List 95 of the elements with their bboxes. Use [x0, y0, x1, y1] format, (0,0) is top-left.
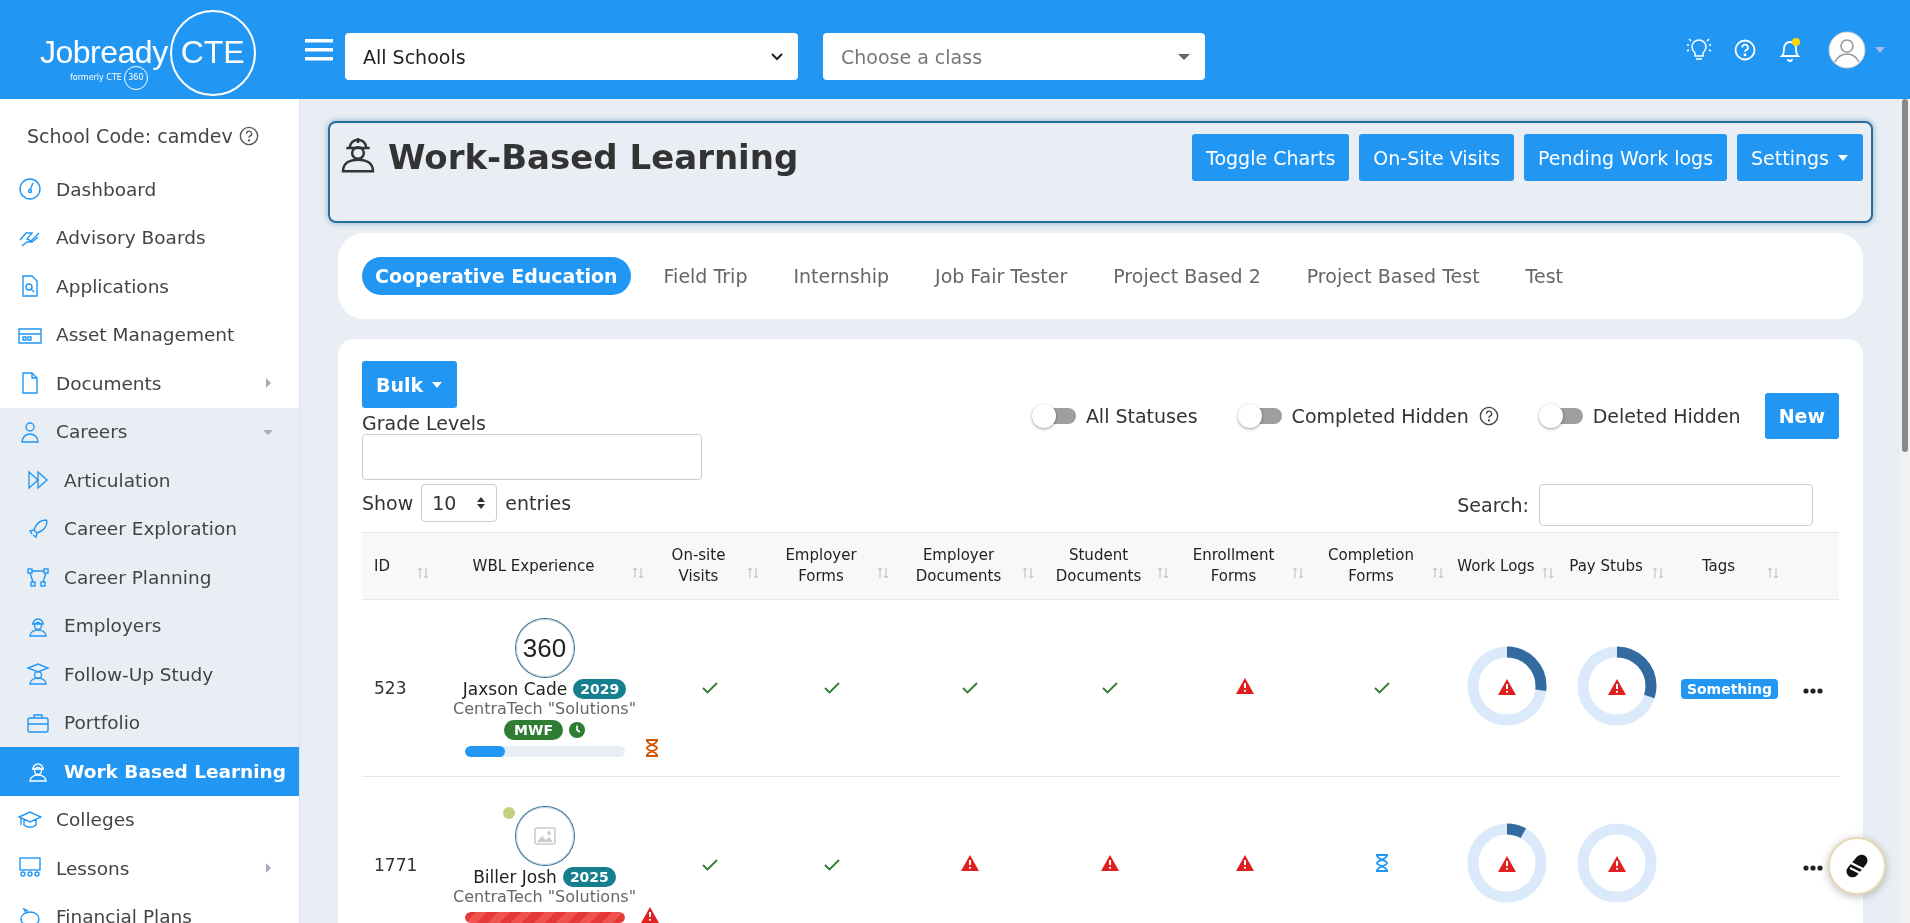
logo-badge: CTE: [169, 9, 256, 96]
caret-icon: [1874, 45, 1886, 54]
more-options-icon[interactable]: [1803, 865, 1823, 871]
scrollbar[interactable]: [1900, 99, 1910, 923]
gauge-icon: [18, 177, 42, 202]
page-size-select[interactable]: 10: [421, 484, 498, 522]
floating-action-button[interactable]: [1828, 837, 1886, 895]
sidebar-item[interactable]: Applications: [0, 262, 299, 311]
sort-icon[interactable]: [1022, 567, 1034, 579]
column-header[interactable]: Tags: [1672, 532, 1787, 600]
lightbulb-icon[interactable]: [1686, 36, 1712, 63]
chevron-down-icon: [770, 51, 784, 62]
toggle-label: All Statuses: [1085, 405, 1198, 427]
column-header[interactable]: Employer Forms: [767, 532, 897, 600]
company-name: CentraTech "Solutions": [453, 699, 636, 718]
year-badge: 2029: [573, 679, 627, 699]
more-options-icon[interactable]: [1803, 688, 1823, 694]
sort-icon[interactable]: [417, 567, 429, 579]
sort-icon[interactable]: [1292, 567, 1304, 579]
sort-icon[interactable]: [1542, 567, 1554, 579]
tab[interactable]: Internship: [780, 257, 903, 295]
progress-ring[interactable]: [1576, 645, 1658, 727]
grad-icon: [26, 662, 50, 687]
sidebar-item[interactable]: Lessons: [0, 844, 299, 893]
column-header[interactable]: ID: [362, 532, 437, 600]
show-label: Show: [362, 492, 414, 514]
tab[interactable]: Job Fair Tester: [922, 257, 1081, 295]
column-header[interactable]: Enrollment Forms: [1177, 532, 1312, 600]
menu-icon[interactable]: [305, 38, 333, 61]
sidebar-item[interactable]: Financial Plans: [0, 892, 299, 923]
student-name[interactable]: Biller Josh: [473, 867, 557, 887]
column-header[interactable]: Pay Stubs: [1562, 532, 1672, 600]
progress-ring[interactable]: [1466, 645, 1548, 727]
column-header[interactable]: Employer Documents: [897, 532, 1042, 600]
table-cell: 1771: [374, 855, 418, 875]
caret-icon: [431, 380, 444, 389]
image-placeholder-icon: [533, 827, 556, 845]
grade-levels-label: Grade Levels: [362, 412, 487, 434]
sidebar-item[interactable]: Advisory Boards: [0, 213, 299, 262]
logo-subtitle: formerly CTE: [70, 73, 122, 82]
sidebar-item[interactable]: Portfolio: [0, 698, 299, 747]
school-code: School Code: camdev: [27, 125, 233, 147]
tab[interactable]: Project Based 2: [1100, 257, 1274, 295]
entries-label: entries: [505, 492, 572, 514]
toggle-label: Deleted Hidden: [1592, 405, 1741, 427]
sidebar-item[interactable]: Career Exploration: [0, 504, 299, 553]
sidebar-item[interactable]: Colleges: [0, 795, 299, 844]
spinner-arrows-icon: [476, 496, 487, 510]
sort-icon[interactable]: [877, 567, 889, 579]
column-header[interactable]: Completion Forms: [1312, 532, 1452, 600]
sidebar-item[interactable]: Asset Management: [0, 310, 299, 359]
sidebar-item[interactable]: Follow-Up Study: [0, 650, 299, 699]
sidebar-item[interactable]: Careers: [0, 407, 299, 456]
sidebar-item[interactable]: Employers: [0, 601, 299, 650]
sidebar-item[interactable]: Documents: [0, 359, 299, 408]
grade-levels-field[interactable]: [362, 434, 702, 480]
sort-icon[interactable]: [1157, 567, 1169, 579]
column-header[interactable]: Student Documents: [1042, 532, 1177, 600]
clock-icon: [568, 722, 585, 738]
schedule-badge: MWF: [504, 720, 563, 740]
notification-bell-icon[interactable]: [1778, 36, 1802, 63]
table-cell: 523: [374, 678, 407, 698]
class-select[interactable]: Choose a class: [823, 33, 1205, 80]
help-icon[interactable]: [238, 126, 259, 146]
search-field[interactable]: [1539, 484, 1813, 526]
column-header[interactable]: On-site Visits: [652, 532, 767, 600]
column-header[interactable]: WBL Experience: [437, 532, 652, 600]
sort-icon[interactable]: [747, 567, 759, 579]
search-label: Search:: [1457, 494, 1529, 516]
school-select[interactable]: All Schools: [345, 33, 798, 80]
sort-icon[interactable]: [1652, 567, 1664, 579]
user-menu[interactable]: [1828, 30, 1886, 69]
help-icon[interactable]: [1478, 406, 1499, 426]
tag: Something: [1680, 679, 1779, 699]
sort-icon[interactable]: [1432, 567, 1444, 579]
person-icon: [18, 419, 42, 444]
rocket-icon: [26, 516, 50, 541]
column-header[interactable]: Work Logs: [1452, 532, 1562, 600]
company-name: CentraTech "Solutions": [453, 887, 636, 906]
tab[interactable]: Field Trip: [650, 257, 761, 295]
sidebar-item[interactable]: Career Planning: [0, 553, 299, 602]
nodes-icon: [26, 565, 50, 590]
year-badge: 2025: [562, 867, 616, 887]
caret-icon: [1177, 52, 1191, 61]
tab[interactable]: Project Based Test: [1293, 257, 1493, 295]
avatar: 360: [515, 619, 574, 677]
sidebar-item[interactable]: Articulation: [0, 456, 299, 505]
page-title: Work-Based Learning: [388, 136, 799, 179]
tab[interactable]: Test: [1512, 257, 1576, 295]
sort-icon[interactable]: [632, 567, 644, 579]
student-name[interactable]: Jaxson Cade: [462, 679, 568, 699]
toggle-label: Completed Hidden: [1291, 405, 1469, 427]
sidebar-item[interactable]: Dashboard: [0, 165, 299, 214]
progress-ring[interactable]: [1466, 822, 1548, 904]
sort-icon[interactable]: [1767, 567, 1779, 579]
